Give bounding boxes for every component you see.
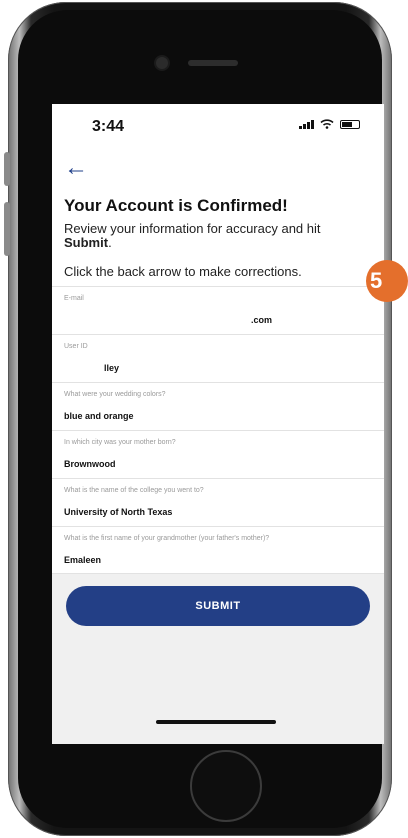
step-badge: 5 (366, 260, 408, 302)
field-value: Emaleen (64, 555, 102, 565)
desc-bold-text: Submit (64, 235, 109, 250)
security-question-field: What is the name of the college you went… (52, 478, 384, 526)
field-label: E-mail (64, 295, 84, 302)
security-question-field: What were your wedding colors? blue and … (52, 382, 384, 430)
battery-icon (340, 119, 360, 129)
status-bar: 3:44 (52, 104, 384, 148)
user-id-field: User ID lley (52, 334, 384, 382)
status-icons (299, 119, 360, 129)
back-arrow-icon[interactable]: ← (64, 156, 88, 180)
phone-screen: 3:44 ← Your Account is Confirmed! Review… (52, 104, 384, 744)
home-indicator (156, 720, 276, 724)
front-camera (156, 57, 168, 69)
status-time: 3:44 (92, 118, 125, 135)
field-label: In which city was your mother born? (64, 439, 176, 446)
review-instructions: Review your information for accuracy and… (64, 222, 364, 250)
correction-hint: Click the back arrow to make corrections… (64, 264, 302, 279)
field-value: Brownwood (64, 459, 116, 469)
page-title: Your Account is Confirmed! (64, 196, 288, 215)
field-value: University of North Texas (64, 507, 173, 517)
volume-button (4, 202, 10, 256)
security-question-field: What is the first name of your grandmoth… (52, 526, 384, 574)
review-fields: E-mail .com User ID lley What were your … (52, 286, 384, 574)
security-question-field: In which city was your mother born? Brow… (52, 430, 384, 478)
email-field: E-mail .com (52, 286, 384, 334)
field-label: What is the name of the college you went… (64, 487, 204, 494)
field-value: lley (104, 363, 120, 373)
desc-text: Review your information for accuracy and… (64, 221, 321, 236)
wifi-icon (320, 119, 334, 129)
field-label: What were your wedding colors? (64, 391, 166, 398)
field-label: User ID (64, 343, 88, 350)
desc-text-end: . (108, 235, 112, 250)
signal-icon (299, 119, 314, 129)
submit-button[interactable]: SUBMIT (66, 586, 370, 626)
earpiece-speaker (188, 60, 238, 66)
home-button[interactable] (190, 750, 262, 822)
field-value: blue and orange (64, 411, 134, 421)
volume-button (4, 152, 10, 186)
field-value: .com (250, 315, 272, 325)
field-label: What is the first name of your grandmoth… (64, 535, 270, 542)
